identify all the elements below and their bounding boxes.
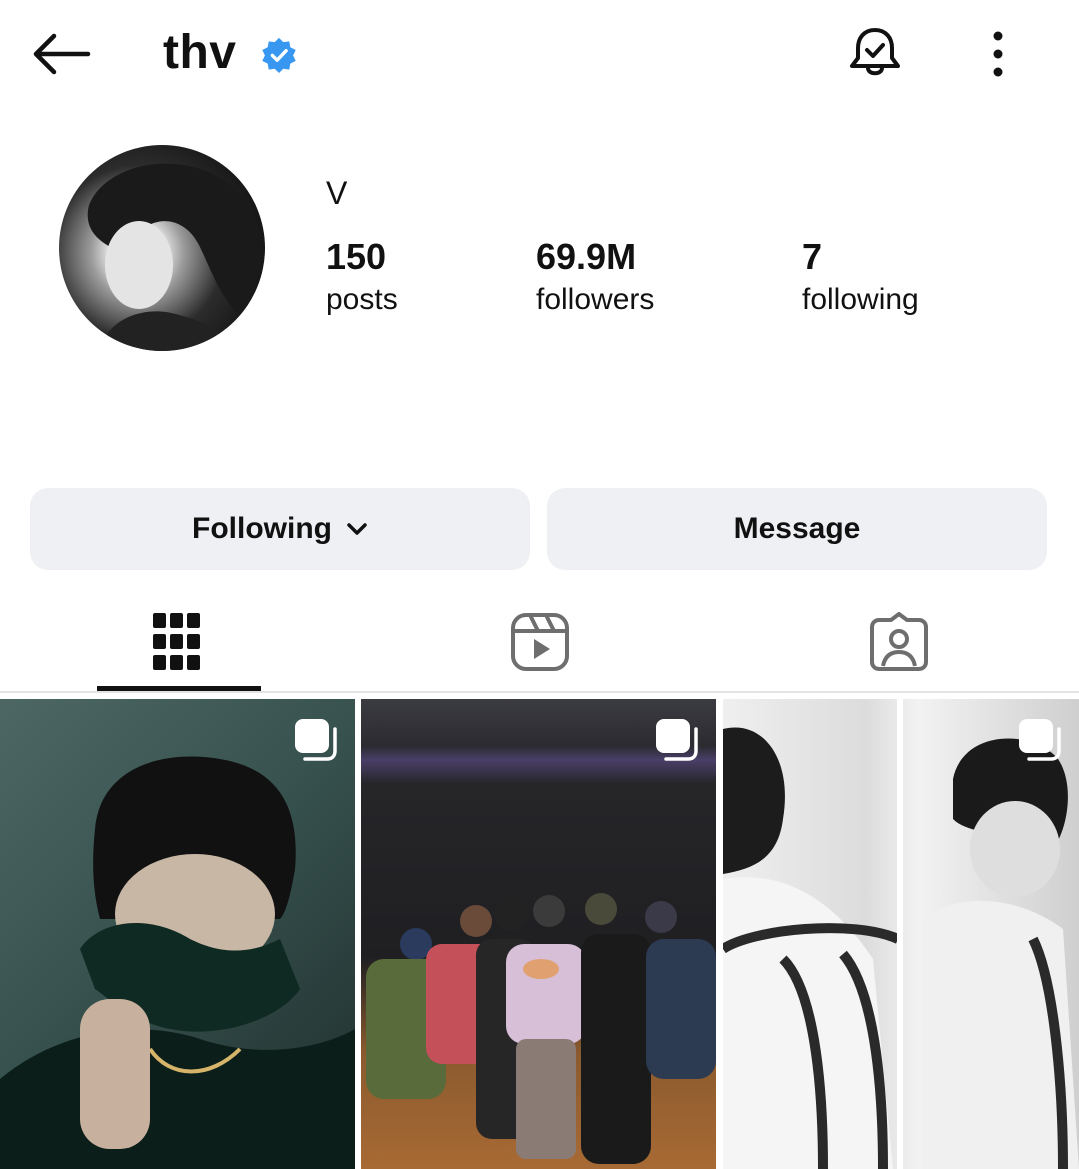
carousel-icon	[1019, 719, 1061, 761]
post-image	[723, 699, 1079, 1169]
tagged-person-icon	[870, 612, 928, 671]
following-label: following	[802, 283, 919, 316]
back-button[interactable]	[28, 28, 92, 80]
following-button-label: Following	[192, 512, 332, 545]
followers-count[interactable]: 69.9M followers	[536, 236, 654, 322]
message-button[interactable]: Message	[547, 488, 1047, 570]
post-image	[366, 893, 716, 1164]
arrow-left-icon	[33, 33, 91, 75]
notifications-button[interactable]	[846, 24, 904, 84]
post-thumbnail[interactable]	[361, 699, 716, 1169]
more-vertical-icon	[993, 31, 1003, 77]
bell-check-icon	[850, 28, 900, 76]
tab-reels[interactable]	[460, 594, 620, 690]
post-image	[0, 756, 355, 1169]
chevron-down-icon	[347, 523, 367, 535]
followers-value: 69.9M	[536, 236, 637, 277]
posts-value: 150	[326, 236, 387, 277]
posts-label: posts	[326, 283, 398, 316]
tab-posts-grid[interactable]	[97, 594, 257, 690]
carousel-icon	[656, 719, 698, 761]
post-thumbnail[interactable]	[0, 699, 355, 1169]
tab-tagged[interactable]	[819, 594, 979, 690]
reels-icon	[511, 613, 569, 671]
posts-count[interactable]: 150 posts	[326, 236, 398, 322]
profile-avatar[interactable]	[59, 145, 265, 351]
carousel-icon	[295, 719, 337, 761]
tabs-divider	[0, 691, 1079, 693]
more-options-button[interactable]	[980, 28, 1016, 80]
following-count[interactable]: 7 following	[802, 236, 919, 322]
display-name: V	[326, 175, 348, 211]
following-value: 7	[802, 236, 823, 277]
post-thumbnail[interactable]	[723, 699, 1079, 1169]
followers-label: followers	[536, 283, 655, 316]
grid-icon	[153, 613, 200, 670]
username-title: thv	[163, 26, 237, 79]
following-button[interactable]: Following	[30, 488, 530, 570]
message-button-label: Message	[733, 512, 861, 545]
verified-badge-icon	[260, 36, 298, 74]
